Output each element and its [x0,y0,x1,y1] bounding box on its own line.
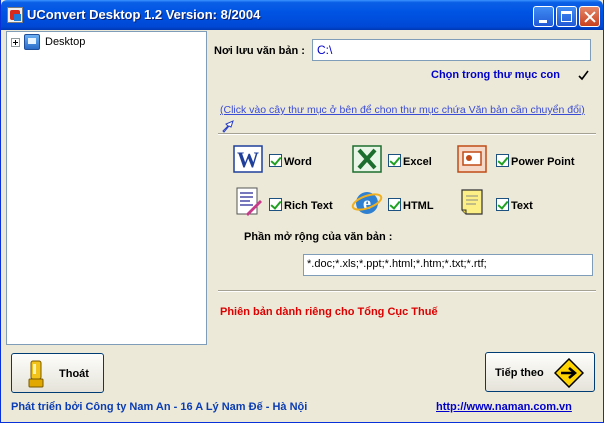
extensions-label: Phần mở rộng của văn bản : [244,231,393,243]
window-title: UConvert Desktop 1.2 Version: 8/2004 [27,7,261,22]
word-checkbox[interactable] [269,154,282,167]
powerpoint-label: Power Point [511,156,575,168]
html-icon: e [351,192,383,214]
maximize-button[interactable] [556,6,577,27]
next-label: Tiếp theo [495,367,544,379]
excel-icon [352,145,382,173]
powerpoint-checkbox[interactable] [496,154,509,167]
developer-credit: Phát triển bởi Công ty Nam An - 16 A Lý … [11,401,308,413]
title-bar[interactable]: UConvert Desktop 1.2 Version: 8/2004 [1,0,603,30]
close-button[interactable] [579,6,600,27]
text-label: Text [511,200,533,212]
text-icon [461,189,483,215]
richtext-checkbox[interactable] [269,198,282,211]
folder-path-input[interactable]: C:\ [312,39,591,61]
exit-button[interactable]: Thoát [11,353,104,393]
exit-label: Thoát [59,368,89,380]
desktop-icon [24,34,40,50]
extensions-input[interactable]: *.doc;*.xls;*.ppt;*.html;*.htm;*.txt;*.r… [303,254,593,276]
word-label: Word [284,156,312,168]
expand-icon[interactable] [11,38,20,47]
app-window: UConvert Desktop 1.2 Version: 8/2004 Des… [0,0,604,423]
html-label: HTML [403,200,434,212]
tree-item-desktop[interactable]: Desktop [45,36,85,48]
exit-icon [28,360,44,388]
subfolder-label: Chọn trong thư mục con [431,69,560,81]
text-checkbox[interactable] [496,198,509,211]
website-link[interactable]: http://www.naman.com.vn [436,401,572,413]
settings-panel: Nơi lưu văn bản : C:\ Chọn trong thư mục… [210,31,603,347]
folder-hint: (Click vào cây thư mục ở bên để chon thư… [220,104,585,116]
powerpoint-icon [457,145,487,173]
svg-text:W: W [237,147,259,172]
excel-label: Excel [403,156,432,168]
excel-checkbox[interactable] [388,154,401,167]
pointer-hand-icon [222,120,234,133]
folder-label: Nơi lưu văn bản : [214,45,305,57]
word-icon: W [233,145,263,173]
richtext-icon [236,187,262,216]
folder-tree[interactable]: Desktop [6,31,207,345]
app-icon[interactable] [7,7,23,23]
edition-note: Phiên bản dành riêng cho Tổng Cục Thuế [220,306,438,318]
html-checkbox[interactable] [388,198,401,211]
next-button[interactable]: Tiếp theo [485,352,595,392]
divider [218,290,596,292]
minimize-button[interactable] [533,6,554,27]
file-type-group: W Word Excel Power Point Rich Text e HTM… [218,139,596,344]
divider [218,133,596,135]
subfolder-checkbox[interactable] [577,69,590,82]
arrow-right-icon [554,358,584,388]
richtext-label: Rich Text [284,200,333,212]
